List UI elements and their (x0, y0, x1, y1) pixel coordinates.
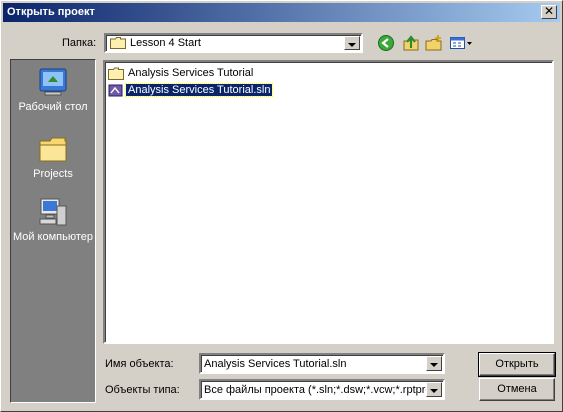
filename-label: Имя объекта: (105, 358, 174, 370)
close-button[interactable]: ✕ (541, 5, 557, 19)
filename-input[interactable]: Analysis Services Tutorial.sln (204, 358, 346, 370)
folder-icon (110, 37, 126, 49)
up-folder-icon (402, 35, 420, 55)
list-item[interactable]: Analysis Services Tutorial (108, 65, 255, 81)
open-project-dialog: Открыть проект ✕ Папка: Lesson 4 Start Р… (0, 0, 563, 412)
place-projects[interactable]: Projects (11, 133, 95, 180)
filename-combo[interactable]: Analysis Services Tutorial.sln (199, 353, 445, 374)
window-title: Открыть проект (7, 6, 95, 18)
file-name: Analysis Services Tutorial.sln (124, 83, 274, 98)
file-name: Analysis Services Tutorial (128, 67, 254, 80)
new-folder-button[interactable] (425, 34, 445, 52)
list-item-selected[interactable]: Analysis Services Tutorial.sln (108, 82, 274, 98)
open-button[interactable]: Открыть (478, 352, 556, 377)
title-bar[interactable]: Открыть проект ✕ (3, 3, 560, 22)
desktop-icon (37, 66, 69, 98)
back-button[interactable] (377, 34, 397, 52)
my-computer-icon (37, 196, 69, 228)
lookin-value: Lesson 4 Start (130, 37, 201, 49)
up-one-level-button[interactable] (402, 34, 422, 52)
place-my-computer-label: Мой компьютер (12, 231, 94, 243)
back-arrow-icon (377, 35, 395, 55)
filetype-label: Объекты типа: (105, 384, 180, 396)
folder-icon (108, 67, 124, 80)
lookin-label: Папка: (62, 37, 97, 49)
place-projects-label: Projects (33, 168, 73, 180)
cancel-button[interactable]: Отмена (479, 378, 555, 401)
lookin-combo[interactable]: Lesson 4 Start (104, 33, 363, 53)
folder-icon (37, 133, 69, 165)
file-list[interactable]: Analysis Services Tutorial Analysis Serv… (103, 60, 554, 344)
places-bar: Рабочий стол Projects Мой компьютер (10, 59, 96, 403)
views-menu-button[interactable] (449, 34, 473, 52)
place-my-computer[interactable]: Мой компьютер (11, 196, 95, 243)
filename-dropdown-arrow[interactable] (426, 356, 442, 371)
lookin-dropdown-arrow[interactable] (344, 36, 360, 50)
filetype-value: Все файлы проекта (*.sln;*.dsw;*.vcw;*.r… (204, 384, 426, 396)
filetype-combo[interactable]: Все файлы проекта (*.sln;*.dsw;*.vcw;*.r… (199, 379, 445, 400)
filetype-dropdown-arrow[interactable] (426, 382, 442, 397)
views-menu-icon (449, 37, 473, 55)
solution-file-icon (108, 84, 124, 97)
place-desktop[interactable]: Рабочий стол (11, 66, 95, 113)
new-folder-icon (425, 35, 443, 55)
place-desktop-label: Рабочий стол (18, 101, 88, 113)
